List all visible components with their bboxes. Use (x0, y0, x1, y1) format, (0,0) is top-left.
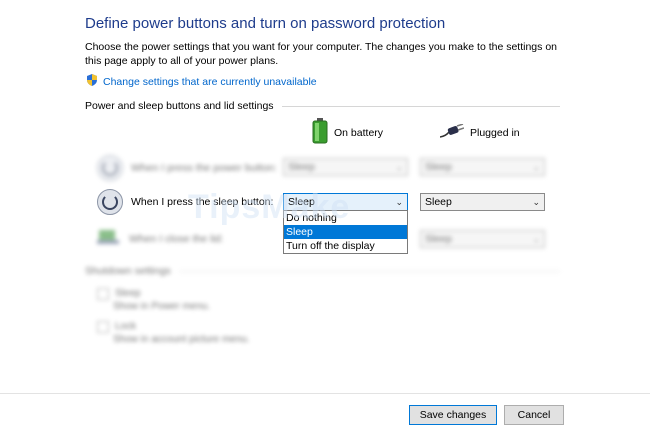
chevron-down-icon: ⌄ (532, 233, 540, 244)
plugged-column-label: Plugged in (470, 126, 520, 139)
cancel-button[interactable]: Cancel (504, 405, 564, 425)
lid-row-label: When I close the lid: (97, 228, 224, 249)
power-button-row-label: When I press the power button: (97, 155, 277, 181)
power-button-plugged-select[interactable]: Sleep ⌄ (420, 158, 545, 176)
chevron-down-icon: ⌄ (532, 196, 540, 207)
sleep-plugged-value: Sleep (425, 196, 452, 208)
shutdown-item-lock[interactable]: Lock Show in account picture menu. (97, 320, 250, 346)
power-section-label: Power and sleep buttons and lid settings (85, 100, 274, 112)
page-description: Choose the power settings that you want … (85, 41, 557, 67)
watermark: TipsMake (188, 188, 351, 226)
lid-plugged-select[interactable]: Sleep ⌄ (420, 230, 545, 248)
power-section-header: Power and sleep buttons and lid settings (85, 100, 560, 112)
shutdown-item-sleep[interactable]: Sleep Show in Power menu. (97, 287, 210, 313)
power-button-icon (97, 155, 123, 181)
checkbox[interactable] (97, 320, 109, 333)
page-title: Define power buttons and turn on passwor… (85, 15, 446, 32)
section-divider (281, 105, 560, 107)
battery-column-label: On battery (334, 126, 384, 139)
checkbox[interactable] (97, 287, 109, 300)
power-button-battery-select[interactable]: Sleep ⌄ (283, 158, 408, 176)
shield-icon (85, 73, 99, 90)
dropdown-option-sleep[interactable]: Sleep (284, 225, 407, 239)
power-plug-icon (439, 123, 465, 141)
laptop-lid-icon (97, 228, 121, 249)
save-changes-button[interactable]: Save changes (409, 405, 497, 425)
chevron-down-icon: ⌄ (395, 161, 403, 172)
plugged-column-header: Plugged in (439, 123, 520, 141)
change-settings-link[interactable]: Change settings that are currently unava… (85, 73, 317, 90)
battery-column-header: On battery (312, 118, 383, 147)
chevron-down-icon: ⌄ (395, 196, 403, 207)
shutdown-section-header: Shutdown settings (85, 265, 560, 277)
sleep-button-plugged-select[interactable]: Sleep ⌄ (420, 193, 545, 211)
change-settings-link-label: Change settings that are currently unava… (103, 75, 317, 88)
footer-divider (0, 393, 650, 394)
chevron-down-icon: ⌄ (532, 161, 540, 172)
dropdown-option-turn-off-display[interactable]: Turn off the display (284, 239, 407, 253)
sleep-button-icon (97, 189, 123, 215)
battery-icon (312, 118, 328, 147)
